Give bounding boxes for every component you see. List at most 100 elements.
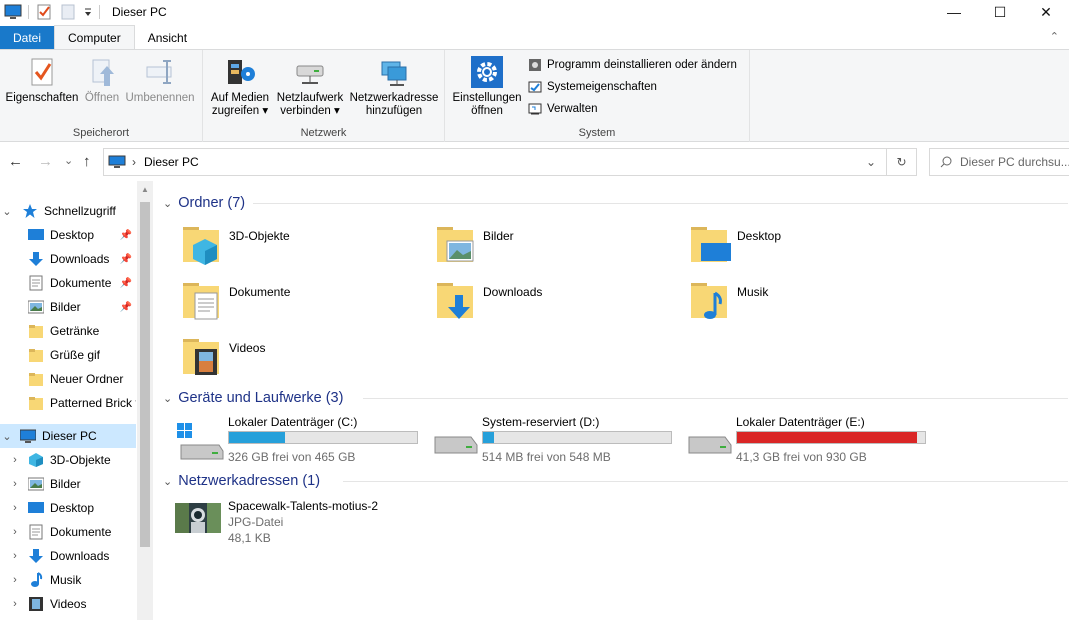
nav-pc-3d-objects[interactable]: › 3D-Objekte [0, 448, 136, 472]
customize-toolbar-dropdown-icon[interactable] [83, 3, 93, 21]
computer-icon[interactable] [4, 3, 22, 21]
section-network[interactable]: ⌄ Netzwerkadressen (1) [163, 471, 1068, 491]
chevron-right-icon[interactable]: › [8, 526, 22, 538]
nav-pc-videos[interactable]: › Videos [0, 592, 136, 616]
back-button[interactable]: ← [8, 153, 23, 170]
nav-item-label: Desktop [50, 501, 95, 515]
nav-pc-music[interactable]: › Musik [0, 568, 136, 592]
chevron-down-icon[interactable]: ⌄ [0, 430, 14, 443]
nav-quick-folder[interactable]: Grüße gif [0, 343, 136, 367]
breadcrumb-separator[interactable]: › [132, 155, 136, 169]
close-button[interactable]: ✕ [1023, 0, 1069, 24]
folder-label: 3D-Objekte [229, 229, 290, 243]
folder-item[interactable]: Musik [689, 277, 929, 329]
chevron-right-icon[interactable]: › [8, 478, 22, 490]
network-location-item[interactable]: Spacewalk-Talents-motius-2 JPG-Datei 48,… [173, 499, 433, 555]
pin-icon[interactable]: 📌 [120, 278, 132, 289]
nav-quick-folder[interactable]: Neuer Ordner [0, 367, 136, 391]
up-button[interactable]: ↑ [83, 153, 91, 170]
nav-quick-folder[interactable]: Patterned Brick f [0, 391, 136, 415]
maximize-button[interactable]: ☐ [977, 0, 1023, 24]
nav-pc-documents[interactable]: › Dokumente [0, 520, 136, 544]
tab-computer[interactable]: Computer [54, 25, 135, 49]
forward-button[interactable]: → [38, 153, 53, 170]
drive-item[interactable]: Lokaler Datenträger (E:) 41,3 GB frei vo… [685, 415, 935, 467]
chevron-right-icon[interactable]: › [8, 502, 22, 514]
nav-pc-pictures[interactable]: › Bilder [0, 472, 136, 496]
scroll-up-icon[interactable]: ▲ [137, 185, 153, 194]
chevron-right-icon[interactable]: › [8, 550, 22, 562]
pictures-icon [27, 476, 45, 492]
manage-label: Verwalten [547, 103, 598, 115]
section-drives[interactable]: ⌄ Geräte und Laufwerke (3) [163, 388, 1068, 408]
folder-item[interactable]: Videos [181, 333, 421, 385]
new-folder-icon[interactable] [59, 3, 77, 21]
tab-datei[interactable]: Datei [0, 26, 55, 49]
manage-button[interactable]: Verwalten [528, 102, 598, 116]
nav-pc-desktop[interactable]: › Desktop [0, 496, 136, 520]
folder-label: Musik [737, 285, 769, 299]
desktop-icon [28, 227, 44, 243]
address-dropdown-button[interactable]: ⌄ [866, 155, 876, 169]
content-pane: ⌄ Ordner (7) 3D-Objekte Bilder Desktop D… [153, 181, 1069, 620]
rename-button[interactable]: Umbenennen [124, 56, 196, 105]
properties-checklist-icon[interactable] [35, 3, 53, 21]
chevron-right-icon[interactable]: › [8, 454, 22, 466]
documents-icon [28, 275, 44, 291]
scrollbar-thumb[interactable] [140, 202, 150, 547]
nav-quick-downloads[interactable]: Downloads 📌 [0, 247, 136, 271]
tab-ansicht[interactable]: Ansicht [135, 26, 200, 49]
breadcrumb-dieser-pc[interactable]: Dieser PC [144, 155, 199, 169]
chevron-down-icon[interactable]: ⌄ [163, 197, 172, 210]
pin-icon[interactable]: 📌 [120, 230, 132, 241]
recent-locations-button[interactable]: ⌄ [64, 154, 73, 167]
pin-icon[interactable]: 📌 [120, 302, 132, 313]
drive-item[interactable]: Lokaler Datenträger (C:) 326 GB frei von… [177, 415, 427, 467]
nav-item-label: Dokumente [50, 525, 112, 539]
system-properties-button[interactable]: Systemeigenschaften [528, 80, 657, 94]
folder-item[interactable]: Dokumente [181, 277, 421, 329]
minimize-button[interactable]: — [931, 0, 977, 24]
group-label-speicherort: Speicherort [72, 127, 130, 139]
collapse-ribbon-icon[interactable]: ⌃ [1050, 30, 1059, 43]
refresh-button[interactable]: ↻ [886, 149, 916, 175]
open-button[interactable]: Öffnen [82, 56, 122, 105]
chevron-right-icon[interactable]: › [8, 574, 22, 586]
folder-item[interactable]: Downloads [435, 277, 675, 329]
chevron-down-icon[interactable]: ⌄ [163, 475, 172, 488]
pin-icon[interactable]: 📌 [120, 254, 132, 265]
drive-item[interactable]: System-reserviert (D:) 514 MB frei von 5… [431, 415, 681, 467]
chevron-down-icon[interactable]: ⌄ [163, 392, 172, 405]
nav-this-pc[interactable]: ⌄ Dieser PC [0, 424, 136, 448]
open-settings-button[interactable]: Einstellungen öffnen [450, 56, 524, 118]
folder-item[interactable]: Bilder [435, 221, 675, 273]
network-item-name: Spacewalk-Talents-motius-2 [228, 499, 379, 513]
media-access-button[interactable]: Auf Medien zugreifen ▾ [208, 56, 272, 118]
nav-quick-documents[interactable]: Dokumente 📌 [0, 271, 136, 295]
uninstall-program-button[interactable]: Programm deinstallieren oder ändern [528, 58, 737, 72]
chevron-down-icon[interactable]: ⌄ [0, 205, 14, 218]
nav-quick-desktop[interactable]: Desktop 📌 [0, 223, 136, 247]
properties-button[interactable]: Eigenschaften [5, 56, 79, 105]
pictures-folder-icon [435, 221, 483, 269]
nav-quick-pictures[interactable]: Bilder 📌 [0, 295, 136, 319]
nav-scrollbar[interactable]: ▲ [137, 181, 153, 620]
map-drive-button[interactable]: Netzlaufwerk verbinden ▾ [274, 56, 346, 118]
add-network-location-button[interactable]: Netzwerkadresse hinzufügen [348, 56, 440, 118]
drive-label: System-reserviert (D:) [482, 415, 600, 429]
nav-quick-folder[interactable]: Getränke [0, 319, 136, 343]
folder-item[interactable]: Desktop [689, 221, 929, 273]
chevron-right-icon[interactable]: › [8, 598, 22, 610]
nav-pc-downloads[interactable]: › Downloads [0, 544, 136, 568]
network-item-type: JPG-Datei [228, 515, 284, 529]
uninstall-icon [528, 58, 542, 72]
search-input[interactable]: Dieser PC durchsu... [929, 148, 1069, 176]
network-item-size: 48,1 KB [228, 531, 271, 545]
open-icon [86, 56, 118, 88]
folder-item[interactable]: 3D-Objekte [181, 221, 421, 273]
nav-quick-access[interactable]: ⌄ Schnellzugriff [0, 199, 136, 223]
drive-free-space: 326 GB frei von 465 GB [228, 450, 356, 464]
address-bar[interactable]: › Dieser PC ⌄ ↻ [103, 148, 917, 176]
section-folders[interactable]: ⌄ Ordner (7) [163, 193, 1068, 213]
nav-item-label: Dokumente [50, 276, 112, 290]
